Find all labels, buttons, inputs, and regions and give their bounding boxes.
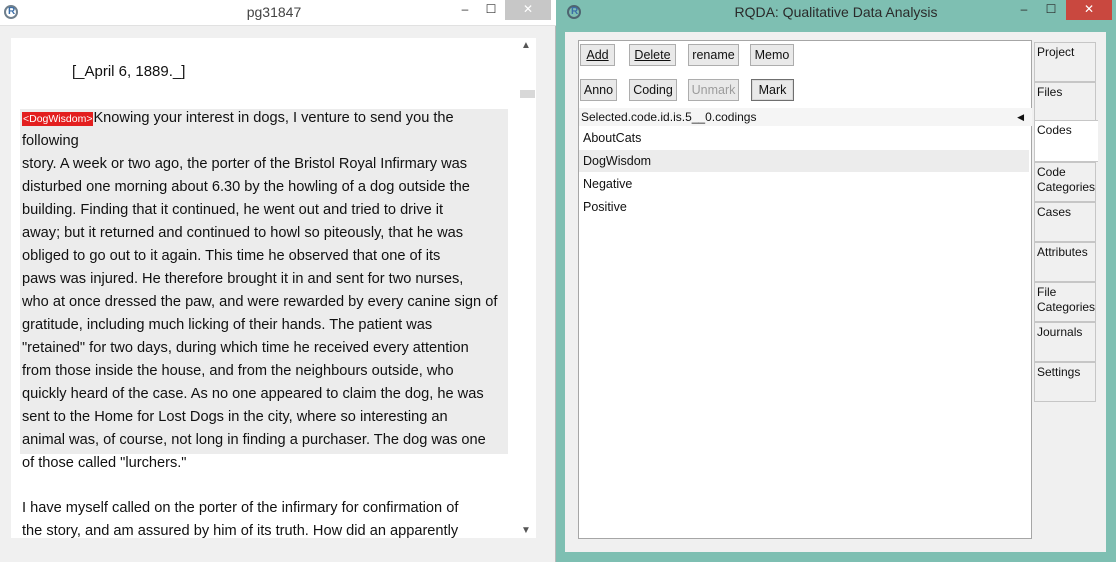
- rename-button[interactable]: rename: [688, 44, 739, 66]
- document-line: building. Finding that it continued, he …: [22, 202, 444, 218]
- code-list-item[interactable]: AboutCats: [579, 127, 1029, 149]
- memo-button[interactable]: Memo: [750, 44, 794, 66]
- tab-cases[interactable]: Cases: [1034, 202, 1096, 242]
- mark-button[interactable]: Mark: [751, 79, 794, 101]
- document-line: I have myself called on the porter of th…: [22, 500, 459, 516]
- codings-header[interactable]: Selected.code.id.is.5__0.codings ◀: [579, 108, 1032, 126]
- tab-project[interactable]: Project: [1034, 42, 1096, 82]
- document-titlebar: pg31847 – ☐ ✕: [0, 0, 556, 26]
- close-button[interactable]: ✕: [505, 0, 551, 20]
- tab-files[interactable]: Files: [1034, 82, 1096, 122]
- tab-attributes[interactable]: Attributes: [1034, 242, 1096, 282]
- scroll-up-icon[interactable]: ▲: [521, 40, 531, 51]
- collapse-arrow-icon[interactable]: ◀: [1017, 108, 1024, 126]
- document-line: from those inside the house, and from th…: [22, 363, 454, 379]
- coding-button[interactable]: Coding: [629, 79, 677, 101]
- document-line: obliged to go out to it again. This time…: [22, 248, 441, 264]
- tab-journals[interactable]: Journals: [1034, 322, 1096, 362]
- tab-code-categories[interactable]: Code Categories: [1034, 162, 1096, 202]
- maximize-button[interactable]: ☐: [478, 0, 504, 20]
- delete-button[interactable]: Delete: [629, 44, 676, 66]
- document-line: the story, and am assured by him of its …: [22, 523, 459, 538]
- document-line: paws was injured. He therefore brought i…: [22, 271, 464, 287]
- minimize-button[interactable]: –: [453, 0, 477, 20]
- document-window: pg31847 – ☐ ✕ [_April 6, 1889._] <DogWis…: [0, 0, 556, 562]
- tab-file-categories[interactable]: File Categories: [1034, 282, 1096, 322]
- maximize-button[interactable]: ☐: [1038, 0, 1064, 20]
- tab-codes[interactable]: Codes: [1034, 120, 1098, 162]
- tab-settings[interactable]: Settings: [1034, 362, 1096, 402]
- document-line: of those called "lurchers.": [22, 455, 187, 471]
- document-text-area[interactable]: [_April 6, 1889._] <DogWisdom>Knowing yo…: [11, 38, 532, 538]
- document-line: animal was, of course, not long in findi…: [22, 432, 486, 448]
- code-tag-marker[interactable]: <DogWisdom>: [22, 112, 94, 126]
- document-line: who at once dressed the paw, and were re…: [22, 294, 498, 310]
- scrollbar-thumb[interactable]: [520, 90, 535, 98]
- document-date-line: [_April 6, 1889._]: [72, 63, 186, 80]
- code-list-item[interactable]: Positive: [579, 196, 1029, 218]
- document-line: sent to the Home for Lost Dogs in the ci…: [22, 409, 448, 425]
- document-line: "retained" for two days, during which ti…: [22, 340, 469, 356]
- add-button[interactable]: Add: [580, 44, 615, 66]
- rqda-content: Add Delete rename Memo Anno Coding Unmar…: [565, 32, 1106, 552]
- document-line: quickly heard of the case. As no one app…: [22, 386, 484, 402]
- minimize-button[interactable]: –: [1012, 0, 1036, 20]
- document-scrollbar[interactable]: [519, 38, 536, 538]
- document-line: gratitude, including much licking of the…: [22, 317, 433, 333]
- document-line: disturbed one morning about 6.30 by the …: [22, 179, 470, 195]
- anno-button[interactable]: Anno: [580, 79, 617, 101]
- code-list-item[interactable]: Negative: [579, 173, 1029, 195]
- document-line: following: [22, 133, 79, 149]
- document-line: away; but it returned and continued to h…: [22, 225, 464, 241]
- document-line: story. A week or two ago, the porter of …: [22, 156, 468, 172]
- document-line: <DogWisdom>Knowing your interest in dogs…: [22, 110, 454, 126]
- unmark-button[interactable]: Unmark: [688, 79, 739, 101]
- scroll-down-icon[interactable]: ▼: [521, 525, 531, 536]
- close-button[interactable]: ✕: [1066, 0, 1112, 20]
- rqda-window: RQDA: Qualitative Data Analysis – ☐ ✕ Ad…: [556, 0, 1116, 562]
- code-list-item-selected[interactable]: DogWisdom: [579, 150, 1029, 172]
